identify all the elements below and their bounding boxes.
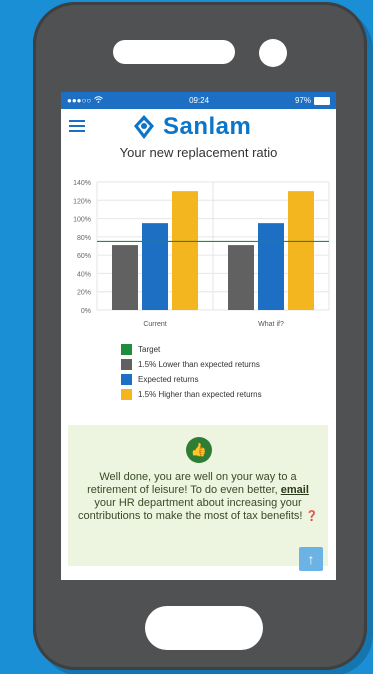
email-link[interactable]: email [281, 484, 309, 496]
legend-item: Expected returns [121, 372, 262, 387]
legend-swatch [121, 344, 132, 355]
x-tick-label: What if? [258, 321, 284, 328]
y-tick-label: 60% [77, 253, 91, 260]
question-circle-icon[interactable]: ❓ [306, 511, 318, 522]
y-tick-label: 120% [73, 198, 91, 205]
hamburger-menu-icon[interactable] [69, 120, 85, 132]
wifi-icon [94, 96, 104, 105]
bar [228, 245, 254, 310]
bar [172, 191, 198, 310]
bar [112, 245, 138, 310]
y-tick-label: 0% [81, 308, 91, 315]
battery-percent: 97% [294, 96, 311, 105]
home-button[interactable] [145, 606, 263, 650]
signal-indicator: ●●●○○ [67, 96, 92, 105]
legend-label: Expected returns [138, 375, 199, 384]
bar [288, 191, 314, 310]
app-header: Sanlam [61, 109, 336, 141]
y-tick-label: 100% [73, 217, 91, 224]
legend-swatch [121, 389, 132, 400]
message-panel: 👍 Well done, you are well on your way to… [68, 425, 328, 566]
scroll-to-top-button[interactable]: ↑ [299, 547, 323, 571]
legend-swatch [121, 359, 132, 370]
legend-label: 1.5% Lower than expected returns [138, 360, 260, 369]
bar [142, 223, 168, 310]
arrow-up-icon: ↑ [307, 551, 315, 567]
replacement-ratio-chart: 140% 120% 100% 80% 60% 40% 20% 0% Current What if… [73, 180, 330, 328]
legend-swatch [121, 374, 132, 385]
brand-logo: Sanlam [131, 113, 251, 141]
message-text-1: Well done, you are well on your way to a… [87, 471, 297, 496]
success-message: Well done, you are well on your way to a… [76, 471, 320, 523]
page-title: Your new replacement ratio [119, 145, 278, 160]
phone-speaker [113, 40, 235, 64]
thumbs-up-icon: 👍 [186, 437, 212, 463]
status-bar: ●●●○○ 09:24 97% [61, 92, 336, 109]
x-tick-label: Current [143, 321, 166, 328]
phone-camera [259, 39, 287, 67]
status-time: 09:24 [189, 96, 210, 105]
legend-item: 1.5% Higher than expected returns [121, 387, 262, 402]
app-screen: ●●●○○ 09:24 97% Sanlam Your new replacem… [61, 92, 336, 580]
y-tick-label: 140% [73, 180, 91, 187]
sanlam-shield-icon [134, 115, 154, 139]
legend-label: 1.5% Higher than expected returns [138, 390, 262, 399]
chart-legend: Target 1.5% Lower than expected returns Ex… [121, 342, 262, 402]
brand-name: Sanlam [163, 113, 252, 140]
legend-item: 1.5% Lower than expected returns [121, 357, 262, 372]
bar [258, 223, 284, 310]
y-tick-label: 80% [77, 235, 91, 242]
y-tick-label: 20% [77, 290, 91, 297]
legend-label: Target [138, 345, 161, 354]
y-tick-label: 40% [77, 271, 91, 278]
message-text-2: your HR department about increasing your… [78, 497, 306, 522]
legend-item: Target [121, 342, 262, 357]
battery-icon [314, 96, 330, 105]
